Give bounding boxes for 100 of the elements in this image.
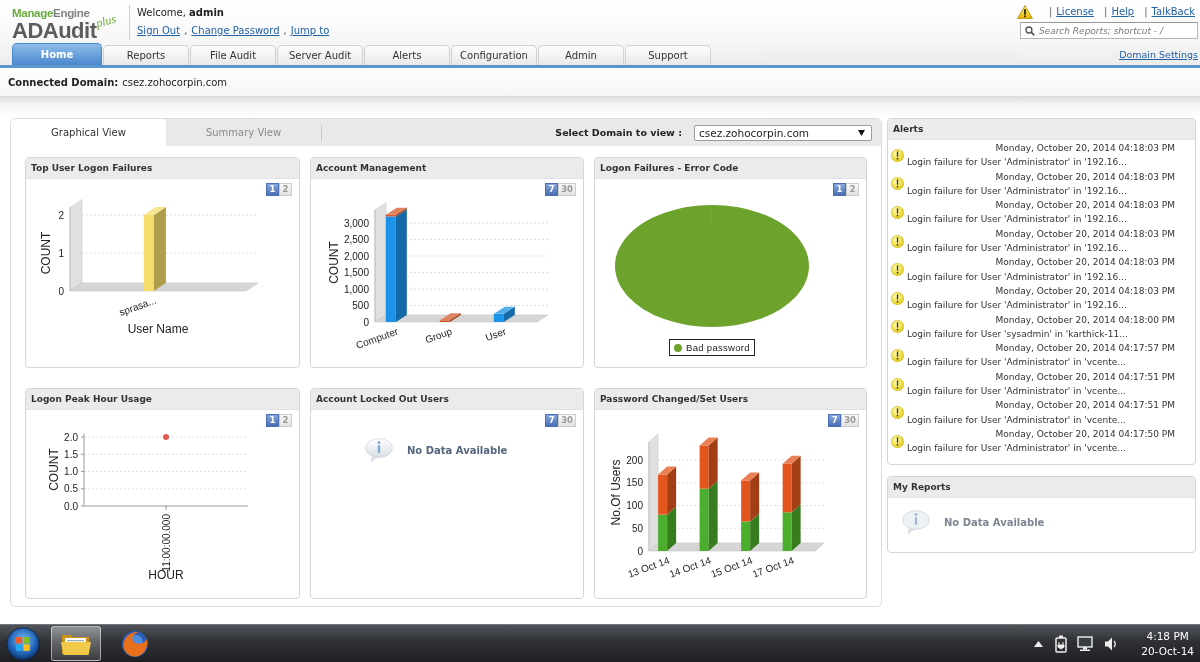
no-data-message: No Data Available: [944, 516, 1045, 528]
domain-settings-link[interactable]: Domain Settings: [1119, 48, 1198, 60]
exclamation-icon: [891, 406, 904, 420]
caret-up-icon: [1034, 640, 1044, 647]
search-icon: [1025, 25, 1035, 36]
alert-message: Login failure for User 'Administrator' in '192.16...: [907, 242, 1127, 256]
info-bubble-icon: [365, 438, 393, 462]
header-link[interactable]: Change Password: [191, 25, 280, 36]
search-field[interactable]: Search Reports; shortcut - /: [1020, 22, 1198, 39]
exclamation-icon: [891, 377, 904, 391]
exclamation-icon: [891, 148, 904, 162]
y-tick-label: 1: [58, 247, 64, 259]
header-link[interactable]: License: [1056, 6, 1094, 17]
header-link[interactable]: Help: [1111, 6, 1135, 17]
globe-icon: [121, 629, 149, 658]
y-tick-label: 1.5: [64, 448, 78, 460]
alert-message: Login failure for User 'Administrator' in '192.16...: [907, 299, 1127, 313]
category-label: Group: [423, 325, 454, 346]
legend-dot-icon: [674, 343, 683, 352]
taskbar-app-button[interactable]: [51, 626, 101, 661]
widget-title: Logon Failures - Error Code: [595, 158, 866, 179]
alert-time: Monday, October 20, 2014 04:18:00 PM: [994, 313, 1176, 327]
alert-message: Login failure for User 'sysadmin' in 'karthick-11...: [907, 327, 1128, 341]
nav-tab[interactable]: Configuration: [451, 45, 537, 65]
nav-tab[interactable]: Alerts: [364, 45, 450, 65]
alert-message: Login failure for User 'Administrator' in '192.16...: [907, 184, 1127, 198]
warning-icon[interactable]: [1016, 4, 1033, 19]
legend-label: Bad password: [686, 342, 750, 353]
exclamation-icon: [891, 348, 904, 362]
y-tick-label: 150: [626, 477, 643, 489]
widget-title: Account Locked Out Users: [311, 389, 583, 410]
domain-dropdown[interactable]: csez.zohocorpin.com: [694, 124, 872, 141]
header-link[interactable]: Sign Out: [137, 25, 181, 36]
y-tick-label: 200: [626, 454, 643, 466]
domain-select-label: Select Domain to view :: [555, 127, 682, 138]
bar: [493, 313, 504, 322]
exclamation-icon: [891, 206, 904, 219]
nav-tab[interactable]: Server Audit: [277, 45, 363, 65]
exclamation-icon: [891, 234, 904, 248]
exclamation-icon: [891, 291, 904, 305]
info-bubble-icon: [902, 510, 930, 534]
y-tick-label: 2,000: [343, 250, 369, 262]
nav-tab[interactable]: Support: [625, 45, 711, 65]
link-separator: |: [1104, 6, 1108, 17]
alert-time: Monday, October 20, 2014 04:17:57 PM: [994, 342, 1176, 356]
connected-domain-value: csez.zohocorpin.com: [122, 76, 228, 88]
alert-time: Monday, October 20, 2014 04:18:03 PM: [994, 227, 1176, 241]
y-tick-label: 2: [58, 209, 64, 221]
start-button[interactable]: [4, 625, 42, 662]
alert-time: Monday, October 20, 2014 04:18:03 PM: [994, 284, 1176, 298]
bar: [658, 514, 668, 551]
y-tick-label: 1.0: [64, 466, 78, 477]
nav-tab[interactable]: Reports: [103, 45, 189, 65]
bar: [658, 474, 668, 515]
header-link[interactable]: Jump to: [290, 25, 330, 36]
nav-tab[interactable]: Admin: [538, 45, 624, 65]
clock-button[interactable]: 4:18 PM 20-Oct-14: [1139, 628, 1196, 659]
widget-title: Password Changed/Set Users: [595, 389, 866, 410]
pager-button[interactable]: 1: [266, 414, 279, 427]
network-icon[interactable]: [1077, 635, 1096, 652]
link-separator: ,: [184, 25, 188, 36]
y-axis-title: COUNT: [47, 448, 61, 491]
alert-time: Monday, October 20, 2014 04:17:51 PM: [994, 399, 1176, 413]
alert-time: Monday, October 20, 2014 04:18:03 PM: [994, 256, 1176, 270]
exclamation-icon: [891, 320, 904, 334]
category-label: User: [483, 325, 508, 344]
nav-tab[interactable]: File Audit: [190, 45, 276, 65]
header-link[interactable]: TalkBack: [1151, 6, 1195, 17]
alert-time: Monday, October 20, 2014 04:17:50 PM: [994, 427, 1176, 441]
y-tick-label: 3,000: [343, 217, 369, 229]
y-axis-title: No.Of Users: [609, 459, 623, 526]
exclamation-icon: [891, 263, 904, 277]
pager-button[interactable]: 1: [833, 183, 846, 196]
show-hidden-icons-button[interactable]: [1032, 638, 1046, 649]
y-axis-title: COUNT: [327, 241, 341, 284]
category-label: 13 Oct 14: [626, 554, 671, 580]
link-separator: |: [1144, 6, 1148, 17]
volume-icon[interactable]: [1104, 635, 1119, 652]
y-tick-label: 100: [626, 500, 643, 511]
alert-time: Monday, October 20, 2014 04:18:03 PM: [994, 170, 1176, 184]
alert-message: Login failure for User 'Administrator' in '192.16...: [907, 270, 1127, 284]
alert-time: Monday, October 20, 2014 04:17:51 PM: [994, 370, 1176, 384]
view-tab[interactable]: Graphical View: [11, 119, 166, 146]
pager-button[interactable]: 1: [266, 183, 279, 196]
alert-message: Login failure for User 'Administrator' in '192.16...: [907, 213, 1127, 227]
data-point: [163, 434, 169, 440]
y-tick-label: 0.5: [64, 483, 78, 495]
widget-title: Account Management: [311, 158, 583, 179]
product-name: ADAudit: [12, 20, 97, 42]
caret-down-icon: [858, 129, 865, 136]
exclamation-icon: [891, 177, 904, 191]
battery-plug-icon[interactable]: [1054, 634, 1069, 653]
y-tick-label: 0: [363, 316, 369, 328]
y-tick-label: 0.0: [64, 500, 78, 512]
brand-name: ManageEngine: [12, 7, 90, 20]
bar-depth-drawing: [493, 306, 515, 322]
no-data-message: No Data Available: [407, 444, 508, 456]
y-tick-label: 1,500: [343, 267, 369, 278]
bar: [741, 521, 751, 551]
alerts-title: Alerts: [888, 119, 1195, 140]
